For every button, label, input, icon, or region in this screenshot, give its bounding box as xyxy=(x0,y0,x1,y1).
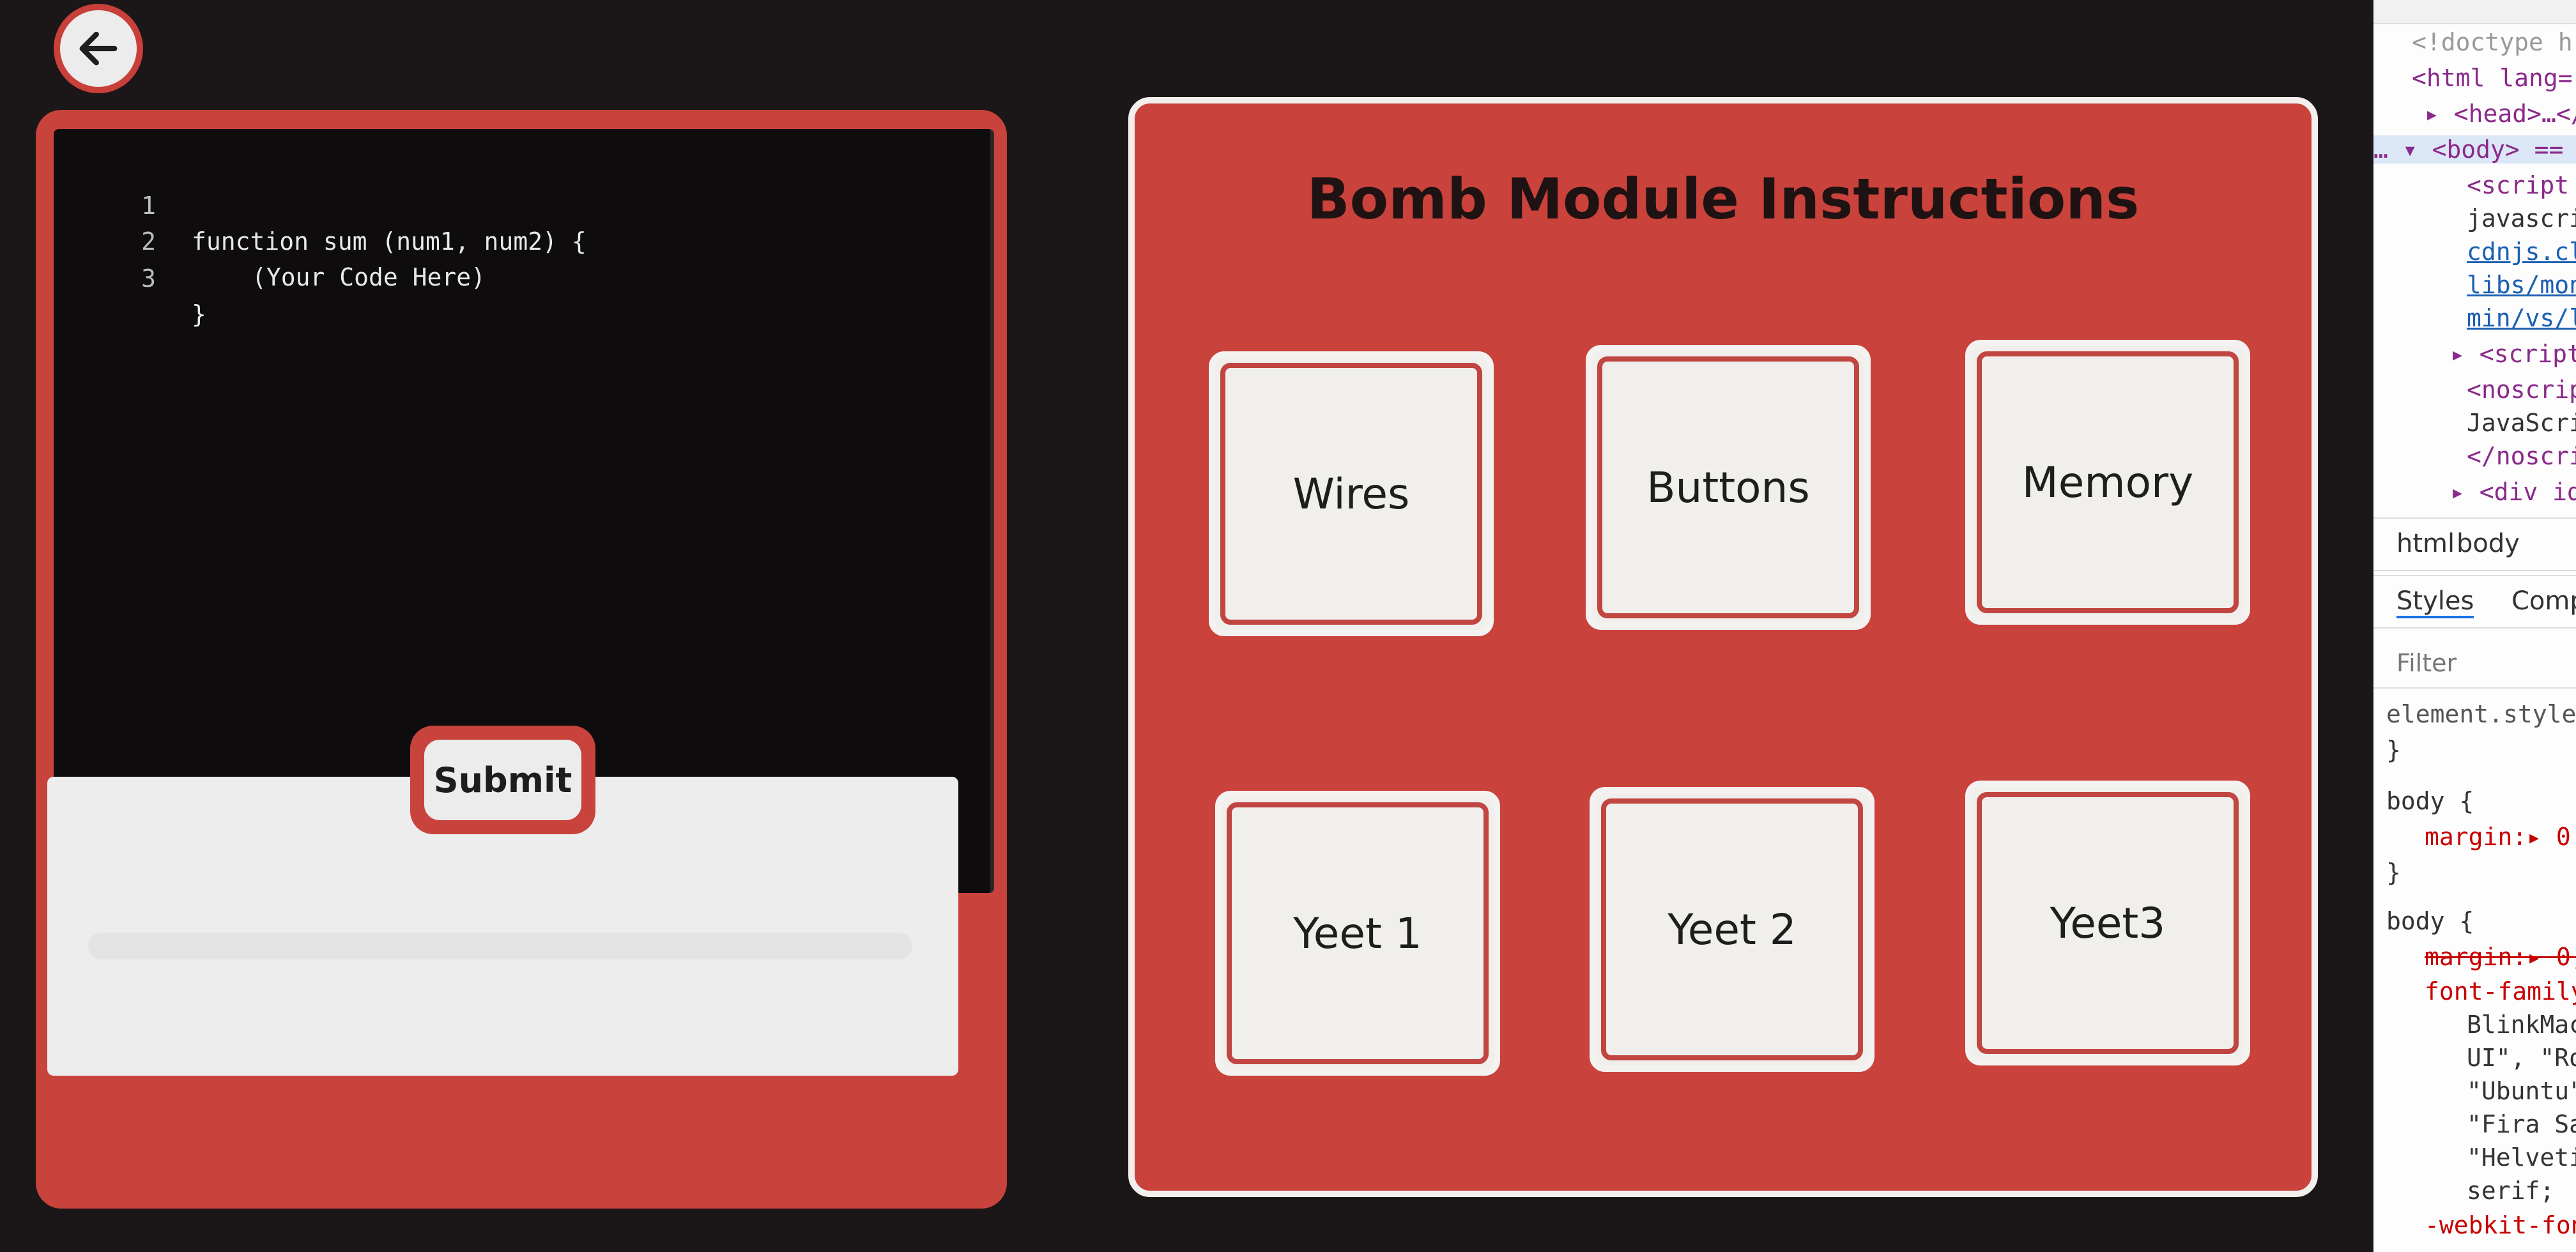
instructions-title: Bomb Module Instructions xyxy=(1307,166,2140,232)
dom-node[interactable]: ▸ <script> xyxy=(2450,340,2576,368)
dom-node[interactable]: <html lang= xyxy=(2412,64,2573,92)
instructions-panel: Bomb Module Instructions Wires Buttons M… xyxy=(1128,97,2318,1197)
dom-node[interactable]: <noscrip xyxy=(2467,376,2576,404)
dom-node[interactable]: <!doctype h xyxy=(2412,28,2573,56)
dom-node-selected[interactable]: … ▾ <body> == xyxy=(2373,135,2576,164)
css-selector: body { xyxy=(2386,907,2474,935)
module-yeet3-button[interactable]: Yeet3 xyxy=(1965,781,2250,1065)
dom-node-text: <script> xyxy=(2479,340,2576,368)
module-label: Wires xyxy=(1220,363,1482,625)
code-text: } xyxy=(192,300,206,328)
module-memory-button[interactable]: Memory xyxy=(1965,340,2250,625)
module-yeet2-button[interactable]: Yeet 2 xyxy=(1590,787,1874,1072)
styles-filter-input[interactable]: Filter xyxy=(2373,636,2576,689)
output-progress-bar xyxy=(88,933,912,959)
module-label: Yeet 1 xyxy=(1227,802,1489,1064)
app-viewport: 1 function sum (num1, num2) { 2 (Your Co… xyxy=(0,0,2373,1252)
css-value: "Helveti xyxy=(2467,1143,2576,1172)
css-property[interactable]: font-family xyxy=(2425,977,2576,1005)
code-text: (Your Code Here) xyxy=(252,263,486,291)
css-property[interactable]: -webkit-fon xyxy=(2425,1211,2576,1239)
dom-node[interactable]: ▸ <head>…</h xyxy=(2425,100,2576,128)
css-value: BlinkMac xyxy=(2467,1011,2576,1039)
module-label: Yeet 2 xyxy=(1601,798,1863,1060)
dom-link[interactable]: libs/mon xyxy=(2467,271,2576,299)
dom-link[interactable]: cdnjs.cl xyxy=(2467,238,2576,266)
submit-button[interactable]: Submit xyxy=(410,726,595,834)
dom-node-text: <head>…</h xyxy=(2453,100,2576,128)
module-label: Yeet3 xyxy=(1977,792,2239,1054)
css-selector: body { xyxy=(2386,787,2474,815)
code-line: 1 function sum (num1, num2) { xyxy=(54,152,990,256)
css-value: "Fira Sa xyxy=(2467,1110,2576,1138)
css-rule: } xyxy=(2386,736,2401,764)
css-rule: } xyxy=(2386,859,2401,887)
submit-label: Submit xyxy=(424,740,581,820)
arrow-left-icon xyxy=(79,31,118,66)
css-value: UI", "Ro xyxy=(2467,1044,2576,1072)
dom-text: JavaScri xyxy=(2467,409,2576,437)
module-label: Buttons xyxy=(1597,356,1859,618)
back-button[interactable] xyxy=(54,4,143,93)
dom-node-text: <body> == xyxy=(2432,135,2564,164)
dom-attr: javascri xyxy=(2467,204,2576,233)
css-property[interactable]: margin:▸ 0; xyxy=(2425,943,2576,971)
line-number: 3 xyxy=(141,264,156,293)
code-line: 3 } xyxy=(54,225,990,328)
devtools-toolbar xyxy=(2373,0,2576,24)
dom-link[interactable]: min/vs/l xyxy=(2467,304,2576,332)
dom-node[interactable]: <script xyxy=(2467,171,2569,199)
breadcrumb: html body xyxy=(2373,517,2576,571)
css-rule: element.style xyxy=(2386,700,2576,728)
css-property[interactable]: margin:▸ 0 xyxy=(2425,823,2571,851)
dom-node[interactable]: ▸ <div id= xyxy=(2450,478,2576,506)
filter-placeholder: Filter xyxy=(2396,649,2457,677)
module-buttons-button[interactable]: Buttons xyxy=(1586,345,1871,630)
module-label: Memory xyxy=(1977,351,2239,613)
devtools-panel: <!doctype h <html lang= ▸ <head>…</h … ▾… xyxy=(2373,0,2576,1252)
css-value: serif; xyxy=(2467,1177,2555,1205)
breadcrumb-body[interactable]: body xyxy=(2457,529,2520,558)
tab-computed[interactable]: Comp xyxy=(2511,586,2576,616)
dom-node-text: <div id= xyxy=(2479,478,2576,506)
module-wires-button[interactable]: Wires xyxy=(1209,351,1494,636)
css-value: "Ubuntu" xyxy=(2467,1077,2576,1105)
code-line: 2 (Your Code Here) xyxy=(54,188,990,291)
breadcrumb-html[interactable]: html xyxy=(2396,529,2455,558)
devtools-tabs: Styles Comp xyxy=(2373,575,2576,629)
module-yeet1-button[interactable]: Yeet 1 xyxy=(1215,791,1500,1076)
tab-styles[interactable]: Styles xyxy=(2396,586,2474,618)
dom-node[interactable]: </noscri xyxy=(2467,442,2576,470)
